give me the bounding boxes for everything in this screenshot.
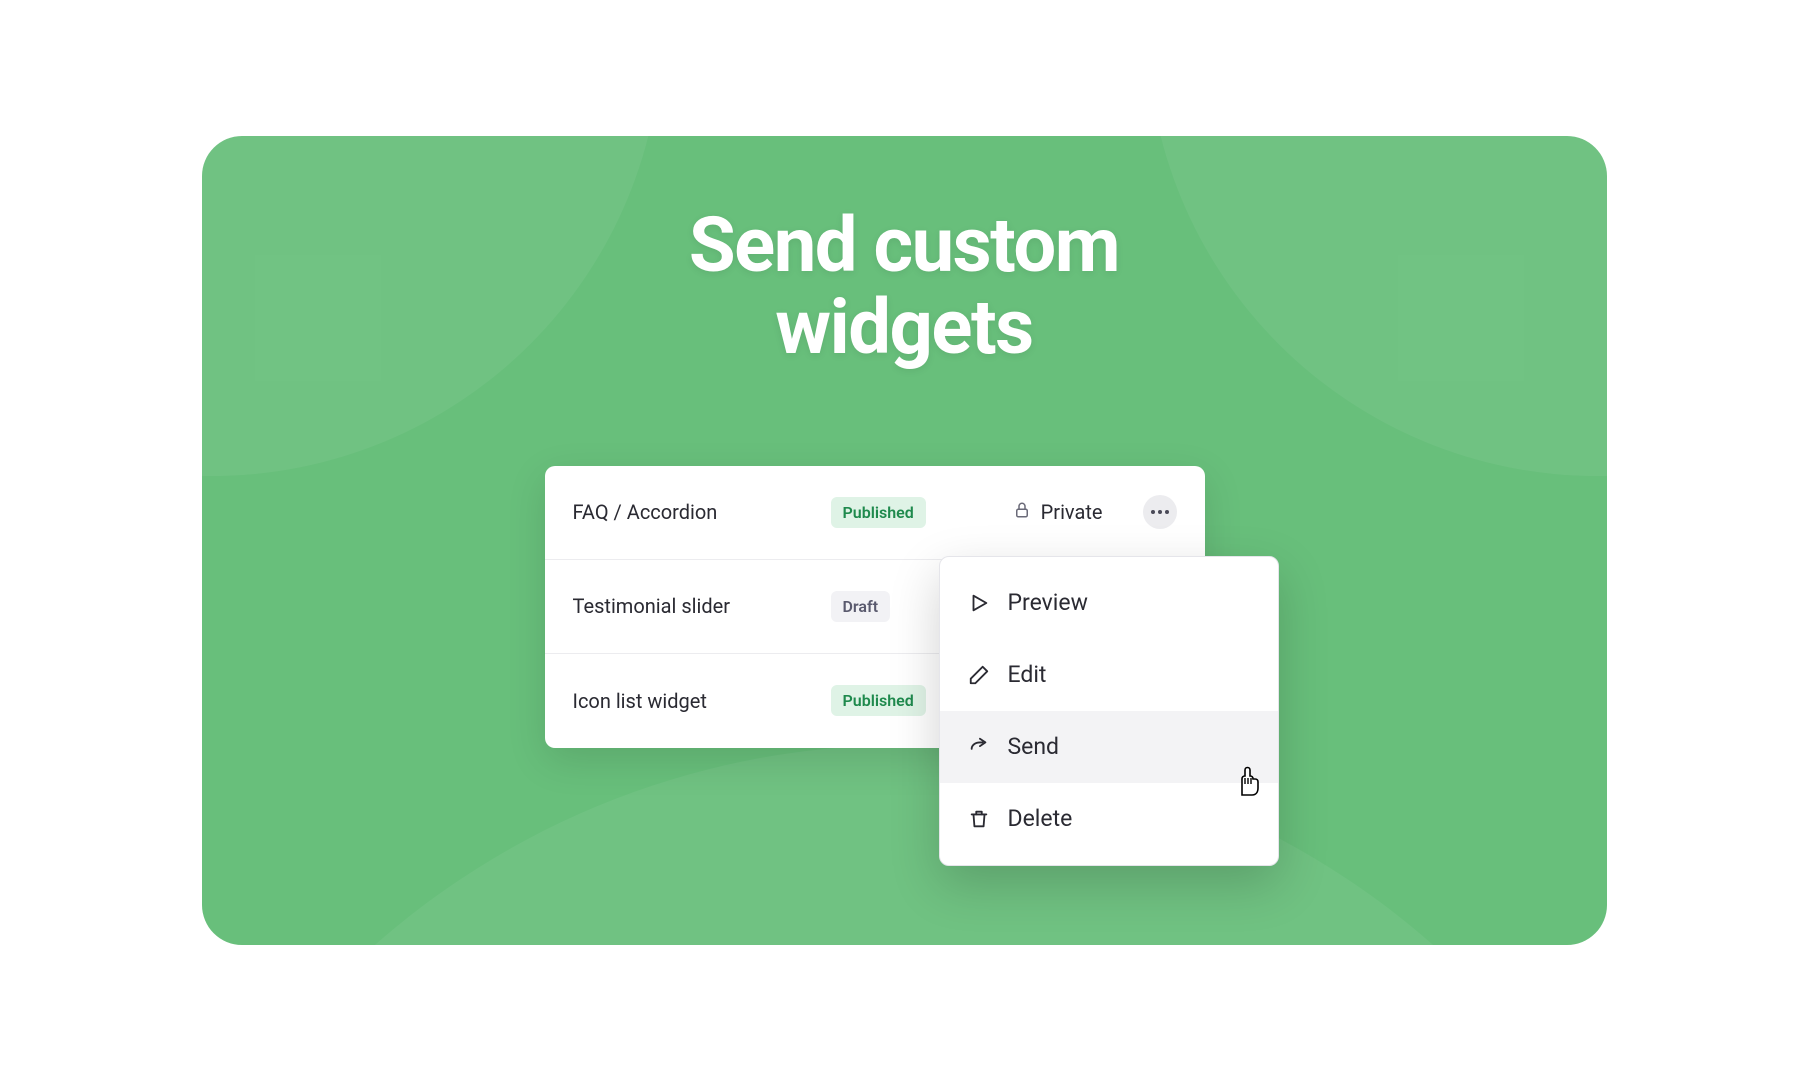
- widget-name: Testimonial slider: [573, 594, 831, 618]
- status-badge: Published: [831, 497, 926, 528]
- status-badge: Draft: [831, 591, 891, 622]
- menu-item-send[interactable]: Send: [940, 711, 1278, 783]
- more-button[interactable]: [1143, 495, 1177, 529]
- context-menu: Preview Edit Send Delete: [939, 556, 1279, 866]
- pencil-icon: [968, 664, 990, 686]
- table-row[interactable]: FAQ / AccordionPublished Private: [545, 466, 1205, 560]
- play-icon: [968, 592, 990, 614]
- share-icon: [968, 736, 990, 758]
- menu-item-preview[interactable]: Preview: [940, 567, 1278, 639]
- dots-horizontal-icon: [1151, 510, 1169, 514]
- menu-item-label: Delete: [1008, 805, 1073, 832]
- visibility-label: Private: [1041, 500, 1103, 524]
- menu-item-label: Preview: [1008, 589, 1088, 616]
- bg-shape: [202, 745, 1607, 945]
- menu-item-edit[interactable]: Edit: [940, 639, 1278, 711]
- widget-name: FAQ / Accordion: [573, 500, 831, 524]
- menu-item-label: Edit: [1008, 661, 1047, 688]
- promo-canvas: Send custom widgets FAQ / AccordionPubli…: [202, 136, 1607, 945]
- lock-icon: [1013, 500, 1031, 524]
- status-badge: Published: [831, 685, 926, 716]
- page-title: Send custom widgets: [553, 204, 1256, 368]
- widget-name: Icon list widget: [573, 689, 831, 713]
- menu-item-label: Send: [1008, 733, 1060, 760]
- visibility-cell: Private: [1013, 500, 1103, 524]
- trash-icon: [968, 808, 990, 830]
- menu-item-delete[interactable]: Delete: [940, 783, 1278, 855]
